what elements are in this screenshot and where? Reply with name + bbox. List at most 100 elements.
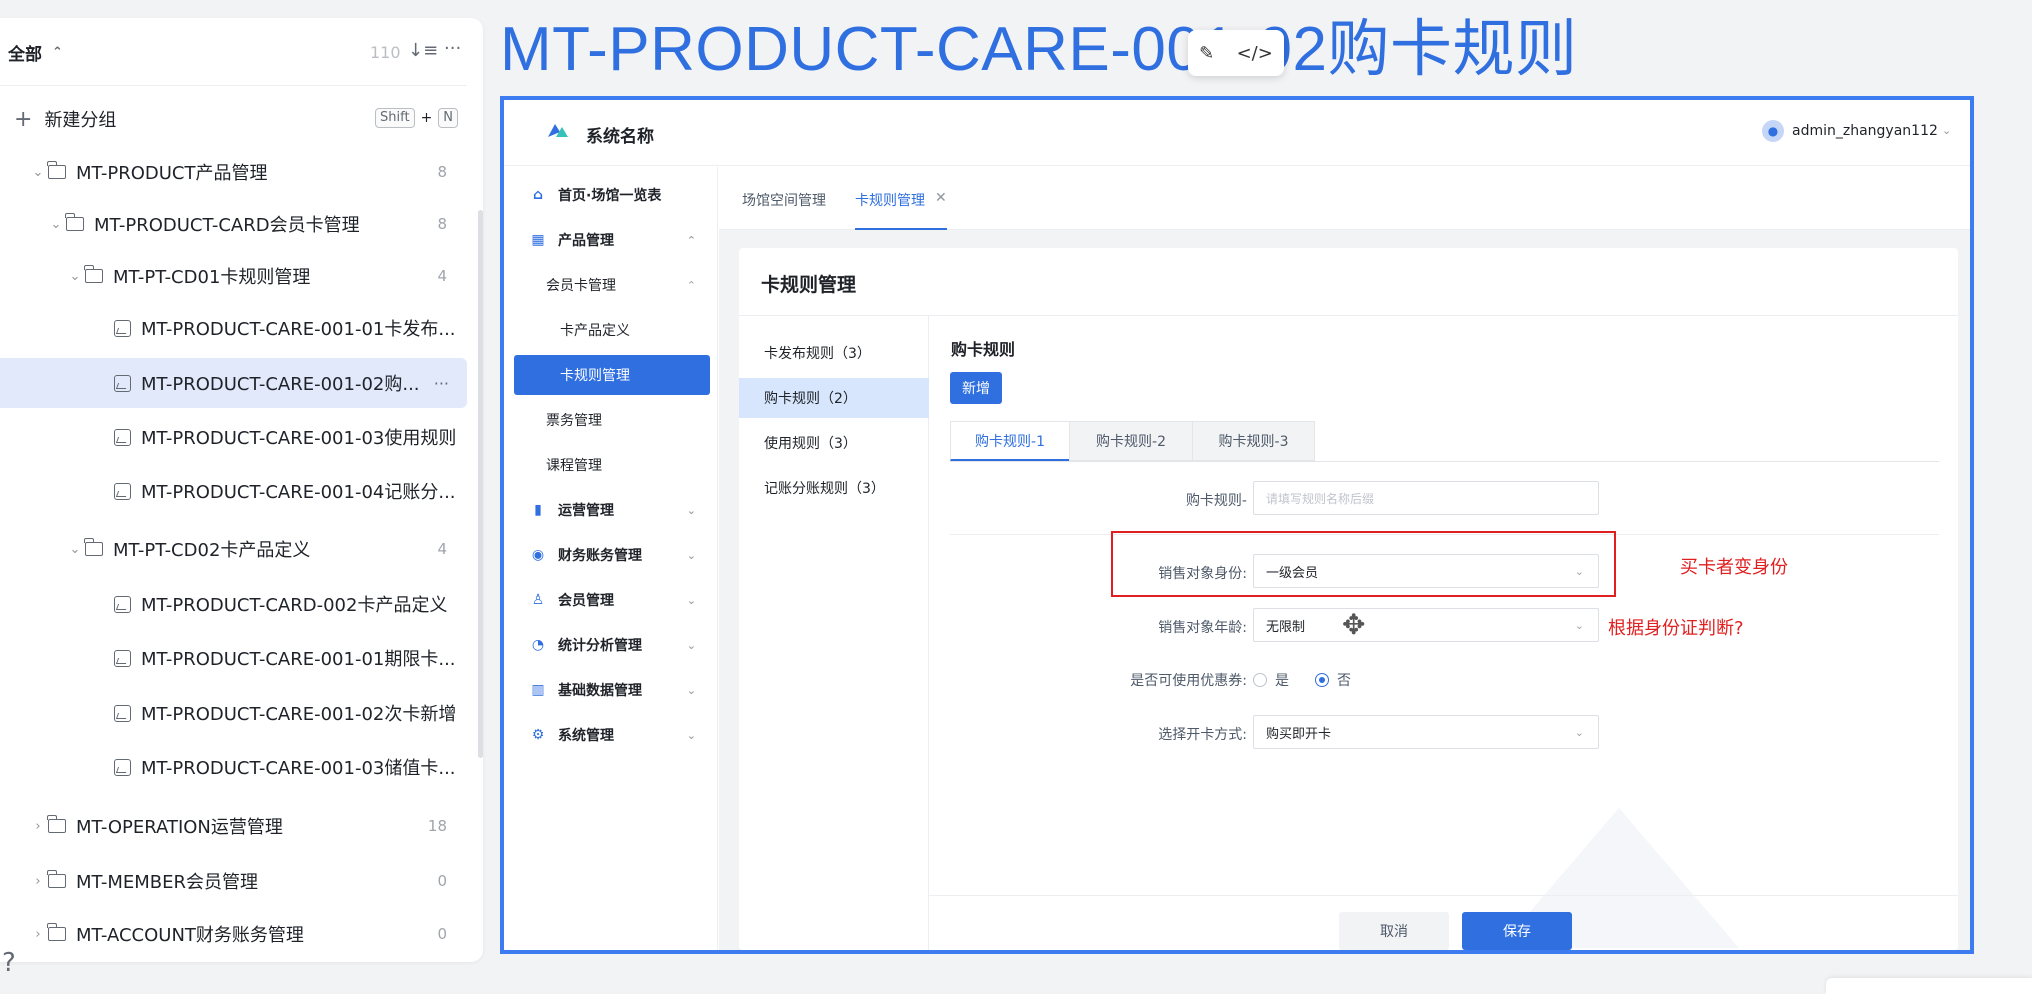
tree-item-count: 4 — [437, 540, 447, 558]
tree-item-label: MT-PT-CD02卡产品定义 — [113, 540, 311, 561]
highlight-box — [1111, 531, 1616, 597]
folder-icon — [47, 161, 66, 179]
menu-label: 会员卡管理 — [546, 278, 616, 294]
tree-item-label: MT-ACCOUNT财务账务管理 — [76, 925, 304, 946]
menu-item-member-card[interactable]: 会员卡管理 ⌃ — [514, 265, 710, 305]
subnav-item[interactable]: 使用规则（3） — [739, 423, 929, 463]
chevron-down-icon[interactable]: ⌄ — [46, 217, 66, 232]
tree-item-folder[interactable]: › MT-MEMBER会员管理 0 — [28, 856, 483, 906]
tree-item-count: 8 — [437, 215, 447, 233]
menu-item-members[interactable]: ♙ 会员管理 ⌄ — [514, 580, 710, 620]
rule-name-label: 购卡规则- — [1185, 493, 1247, 509]
menu-item-operations[interactable]: ▮ 运营管理 ⌄ — [514, 490, 710, 530]
tree-item-folder[interactable]: ⌄ MT-PT-CD02卡产品定义 4 — [65, 524, 483, 574]
more-icon[interactable]: ··· — [434, 374, 449, 393]
menu-item-card-product[interactable]: 卡产品定义 — [514, 310, 710, 350]
move-cursor-icon: ✥ — [1342, 608, 1366, 641]
tree-total-count: 110 — [370, 43, 401, 62]
tree-item-folder[interactable]: ⌄ MT-PRODUCT-CARD会员卡管理 8 — [46, 199, 483, 249]
chevron-down-icon[interactable]: ⌄ — [28, 165, 48, 180]
sort-icon[interactable]: ↓≡ — [408, 40, 438, 61]
tab-bar: 场馆空间管理 卡规则管理 ✕ — [719, 167, 1970, 230]
menu-item-tickets[interactable]: 票务管理 — [514, 400, 710, 440]
radio-no[interactable] — [1315, 673, 1329, 687]
annotation-note: 根据身份证判断? — [1608, 618, 1744, 639]
tree-item-page[interactable]: MT-PRODUCT-CARE-001-03使用规则 — [114, 412, 483, 462]
bottom-toolbar[interactable] — [1826, 978, 2032, 994]
chevron-up-icon[interactable]: ⌃ — [52, 45, 63, 60]
chevron-down-icon[interactable]: ⌄ — [65, 542, 85, 557]
age-select[interactable]: 无限制 ⌄ — [1253, 608, 1599, 642]
code-icon[interactable]: </> — [1237, 43, 1273, 64]
section-title: 购卡规则 — [951, 340, 1016, 359]
chevron-right-icon[interactable]: › — [28, 874, 48, 889]
logo-icon — [548, 124, 568, 137]
menu-item-finance[interactable]: ◉ 财务账务管理 ⌄ — [514, 535, 710, 575]
menu-item-statistics[interactable]: ◔ 统计分析管理 ⌄ — [514, 625, 710, 665]
new-group-button[interactable]: + 新建分组 — [14, 94, 116, 144]
page-icon — [114, 428, 131, 446]
menu-item-product[interactable]: ▦ 产品管理 ⌃ — [514, 220, 710, 260]
tree-item-page[interactable]: MT-PRODUCT-CARE-001-02次卡新增 — [114, 688, 483, 738]
open-method-select[interactable]: 购买即开卡 ⌄ — [1253, 715, 1599, 749]
tree-item-page[interactable]: MT-PRODUCT-CARE-001-01卡发布... — [114, 303, 483, 353]
menu-item-home[interactable]: ⌂ 首页·场馆一览表 — [514, 175, 710, 215]
tab-venue-space[interactable]: 场馆空间管理 — [742, 190, 826, 210]
chevron-down-icon[interactable]: ⌄ — [1942, 124, 1951, 137]
floating-toolbar: ✎ </> — [1188, 30, 1284, 76]
tree-item-folder[interactable]: › MT-OPERATION运营管理 18 — [28, 801, 483, 851]
subnav-item[interactable]: 记账分账规则（3） — [739, 468, 929, 508]
save-button[interactable]: 保存 — [1462, 912, 1572, 950]
edit-icon[interactable]: ✎ — [1199, 43, 1214, 64]
avatar[interactable]: ● — [1762, 120, 1784, 142]
tree-item-count: 4 — [437, 267, 447, 285]
tree-item-count: 0 — [437, 925, 447, 943]
user-name[interactable]: admin_zhangyan112 — [1792, 123, 1938, 139]
tree-item-label: MT-PRODUCT-CARD-002卡产品定义 — [141, 595, 448, 616]
rule-tab-1[interactable]: 购卡规则-1 — [950, 421, 1070, 461]
menu-item-courses[interactable]: 课程管理 — [514, 445, 710, 485]
coupon-label: 是否可使用优惠券: — [1130, 673, 1247, 689]
scrollbar[interactable] — [478, 210, 483, 758]
menu-item-basic-data[interactable]: ▥ 基础数据管理 ⌄ — [514, 670, 710, 710]
tree-item-page[interactable]: MT-PRODUCT-CARE-001-01期限卡... — [114, 633, 483, 683]
rule-tab-3[interactable]: 购卡规则-3 — [1192, 421, 1315, 461]
tree-item-folder[interactable]: ⌄ MT-PRODUCT产品管理 8 — [28, 147, 483, 197]
menu-item-system[interactable]: ⚙ 系统管理 ⌄ — [514, 715, 710, 755]
tree-item-folder[interactable]: ⌄ MT-PT-CD01卡规则管理 4 — [65, 251, 483, 301]
help-icon[interactable]: ? — [2, 948, 16, 978]
card-title: 卡规则管理 — [761, 274, 857, 296]
open-method-value: 购买即开卡 — [1266, 726, 1332, 742]
add-button[interactable]: 新增 — [950, 372, 1002, 404]
radio-yes[interactable] — [1253, 673, 1267, 687]
tree-item-page-selected[interactable]: MT-PRODUCT-CARE-001-02购... ··· — [0, 358, 467, 408]
tree-item-page[interactable]: MT-PRODUCT-CARE-001-03储值卡... — [114, 742, 483, 792]
more-icon[interactable]: ··· — [444, 38, 461, 59]
chevron-right-icon[interactable]: › — [28, 819, 48, 834]
radio-yes-label: 是 — [1275, 673, 1289, 689]
subnav-item[interactable]: 卡发布规则（3） — [739, 333, 929, 373]
subnav-item-active[interactable]: 购卡规则（2） — [739, 378, 929, 418]
cancel-button[interactable]: 取消 — [1339, 912, 1449, 950]
coupon-radio-group: 是 否 — [1253, 670, 1351, 690]
tree-item-folder[interactable]: › MT-ACCOUNT财务账务管理 0 — [28, 909, 483, 959]
chevron-down-icon[interactable]: ⌄ — [65, 269, 85, 284]
menu-item-card-rules[interactable]: 卡规则管理 — [514, 355, 710, 395]
chevron-right-icon[interactable]: › — [28, 927, 48, 942]
rule-name-input[interactable]: 请填写规则名称后缀 — [1253, 481, 1599, 515]
app-header: 系统名称 ● admin_zhangyan112 ⌄ — [504, 100, 1970, 166]
menu-label: 首页·场馆一览表 — [558, 188, 662, 204]
tree-item-page[interactable]: MT-PRODUCT-CARE-001-04记账分... — [114, 466, 483, 516]
chevron-down-icon: ⌄ — [1574, 725, 1584, 739]
tree-header[interactable]: 全部 ⌃ — [8, 27, 63, 77]
tree-item-label: MT-OPERATION运营管理 — [76, 817, 283, 838]
menu-label: 统计分析管理 — [558, 638, 642, 654]
shortcut-key-shift: Shift — [375, 108, 415, 128]
rule-tab-2[interactable]: 购卡规则-2 — [1069, 421, 1193, 461]
chevron-up-icon: ⌃ — [686, 278, 696, 292]
tree-item-count: 18 — [427, 817, 447, 835]
tab-card-rules[interactable]: 卡规则管理 ✕ — [855, 183, 947, 230]
shortcut-key-n: N — [438, 108, 459, 128]
close-icon[interactable]: ✕ — [935, 190, 947, 206]
tree-item-page[interactable]: MT-PRODUCT-CARD-002卡产品定义 — [114, 579, 483, 629]
